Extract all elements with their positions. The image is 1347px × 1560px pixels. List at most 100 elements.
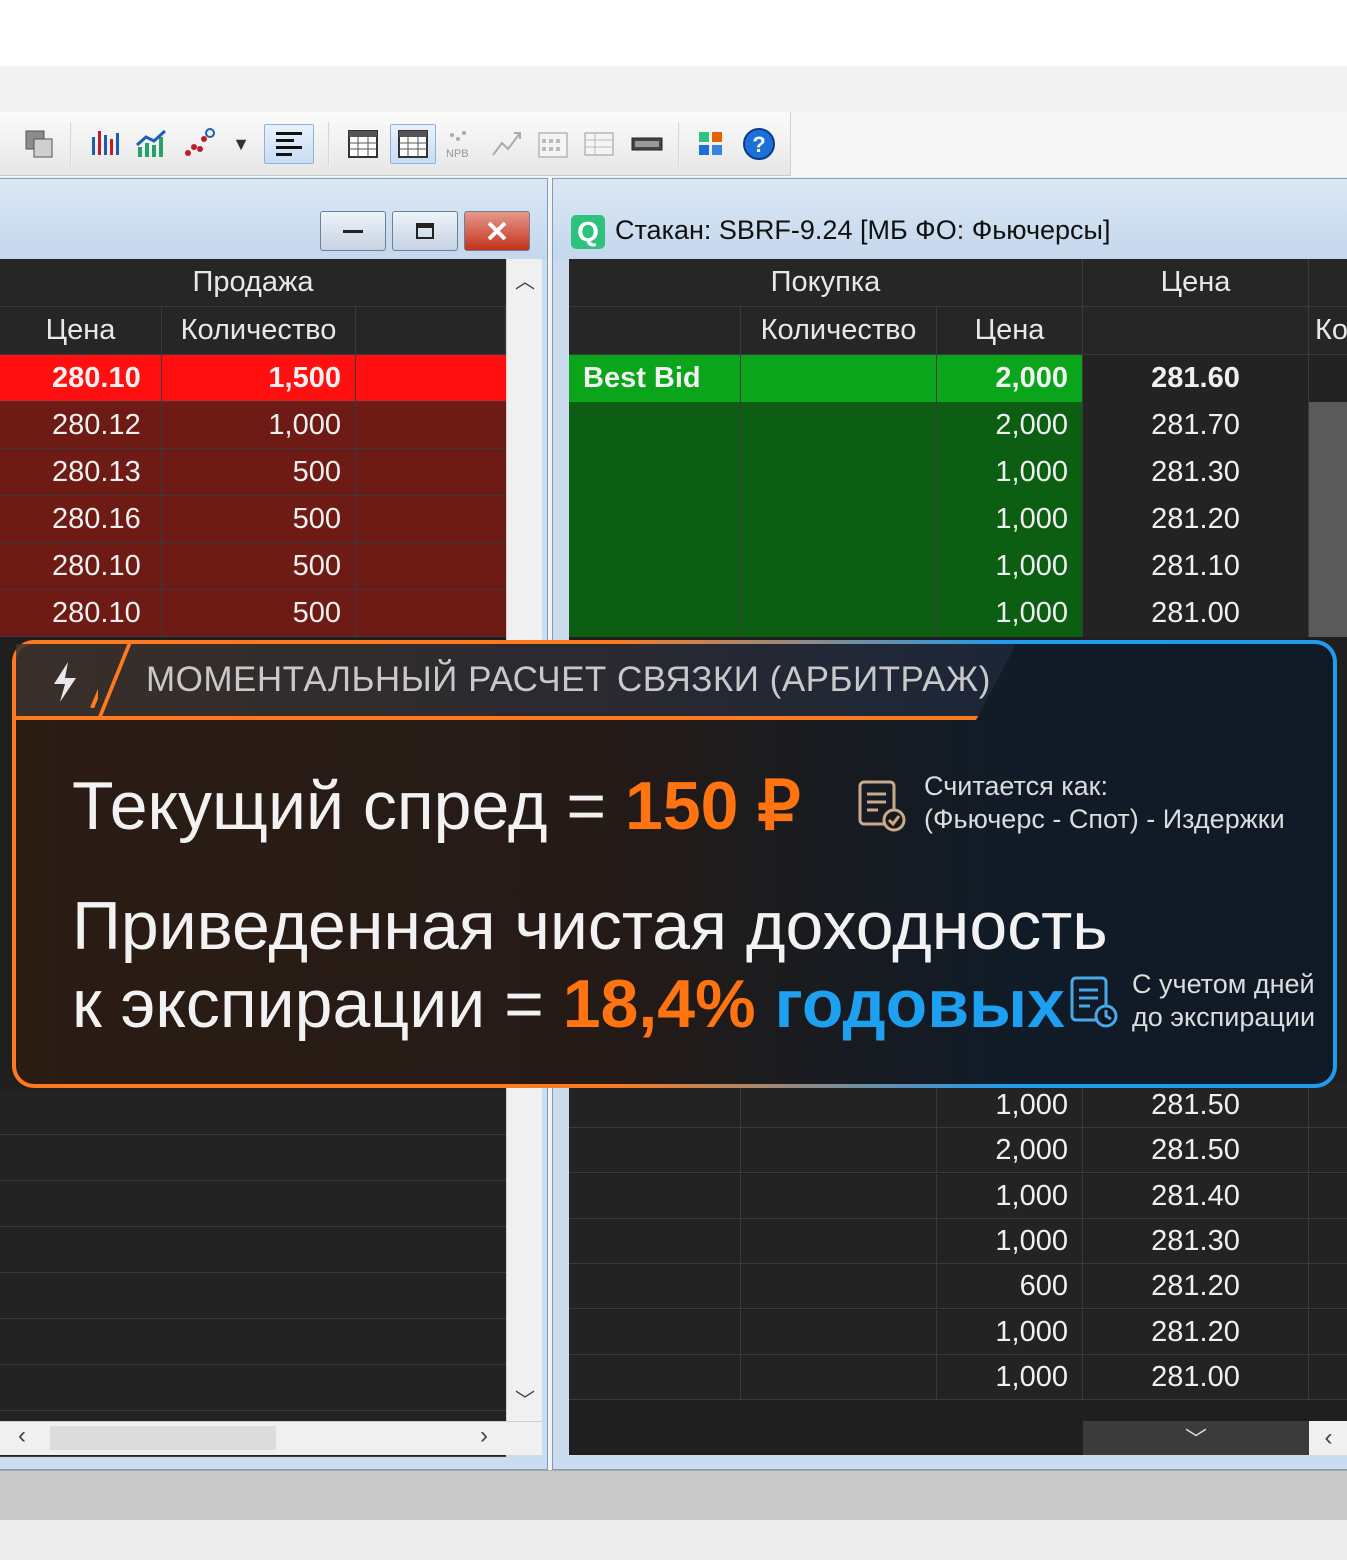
table-row[interactable]: 1,000 281.00: [569, 590, 1347, 637]
toolbar-empty-area: [790, 112, 1347, 176]
quik-app-icon: Q: [571, 215, 605, 249]
table-row[interactable]: 280.16 500: [0, 496, 506, 543]
table-row[interactable]: 600 281.20: [569, 1264, 1347, 1310]
maximize-button[interactable]: [392, 211, 458, 251]
toolbar-separator: [328, 122, 330, 166]
table-row[interactable]: 1,000 281.20: [569, 496, 1347, 543]
partial-column-header[interactable]: Ко: [1309, 307, 1347, 355]
partial-cell: [1309, 1128, 1347, 1173]
chart-arrow-icon[interactable]: [488, 124, 526, 164]
table-row[interactable]: 280.10 500: [0, 590, 506, 637]
scroll-left-icon[interactable]: ‹: [1309, 1421, 1347, 1455]
svg-text:NPB: NPB: [446, 148, 469, 160]
copy-icon[interactable]: [20, 124, 58, 164]
table-icon[interactable]: [344, 124, 382, 164]
empty-cell: [569, 1173, 741, 1219]
table-row[interactable]: 2,000 281.50: [569, 1128, 1347, 1174]
empty-column-header: [569, 307, 741, 355]
table-row[interactable]: 2,000 281.70: [569, 402, 1347, 449]
scroll-up-icon[interactable]: ︿: [507, 265, 543, 294]
buy-qty-cell: 600: [937, 1264, 1083, 1310]
quantity-column-header[interactable]: Количество: [162, 307, 356, 355]
table-row: [0, 1135, 506, 1181]
empty-cell: [741, 449, 937, 496]
table-row[interactable]: 1,000 281.30: [569, 1218, 1347, 1264]
npb-icon[interactable]: NPB: [440, 124, 478, 164]
sell-price-cell: 280.12: [0, 402, 162, 449]
line-chart-icon[interactable]: [132, 124, 170, 164]
yield-unit: годовых: [774, 966, 1065, 1042]
table-row[interactable]: 280.10 1,500: [0, 355, 506, 402]
top-blank-area: [0, 0, 1347, 66]
buy-qty-cell: 1,000: [937, 543, 1083, 590]
close-button[interactable]: [464, 211, 530, 251]
sell-qty-cell: 500: [162, 590, 356, 637]
minimize-button[interactable]: [320, 211, 386, 251]
buy-qty-cell: 1,000: [937, 496, 1083, 543]
empty-cell: [741, 1083, 937, 1128]
price-column-header[interactable]: Цена: [937, 307, 1083, 355]
partial-cell: [1309, 1174, 1347, 1219]
empty-cell: [569, 1218, 741, 1264]
table-row: [0, 1089, 506, 1135]
table-active-icon[interactable]: [390, 124, 436, 164]
scroll-right-icon[interactable]: ›: [480, 1422, 488, 1450]
lightning-icon: [54, 656, 98, 708]
ticker-icon[interactable]: [628, 124, 666, 164]
sell-price-cell: 280.10: [0, 543, 162, 590]
table-row[interactable]: 280.13 500: [0, 449, 506, 496]
price-cell: 281.70: [1083, 402, 1309, 449]
bar-chart-icon[interactable]: [86, 124, 124, 164]
sell-qty-cell: 500: [162, 496, 356, 543]
quantity-column-header[interactable]: Количество: [741, 307, 937, 355]
price-column-header[interactable]: Цена: [0, 307, 162, 355]
sell-qty-cell: 1,000: [162, 402, 356, 449]
spread-formula-note: Считается как: (Фьючерс - Спот) - Издерж…: [924, 770, 1285, 836]
yield-note-line1: С учетом дней: [1132, 969, 1315, 999]
help-icon[interactable]: ?: [740, 124, 778, 164]
arbitrage-info-banner: МОМЕНТАЛЬНЫЙ РАСЧЕТ СВЯЗКИ (АРБИТРАЖ) Те…: [12, 640, 1337, 1088]
partial-cell: [1309, 543, 1347, 590]
horizontal-scrollbar[interactable]: ‹ ›: [0, 1421, 542, 1455]
table-row[interactable]: 1,000 281.50: [569, 1083, 1347, 1128]
empty-cell: [569, 590, 741, 637]
scroll-down-icon[interactable]: ﹀: [507, 1384, 543, 1413]
partial-cell: [1309, 1219, 1347, 1264]
table-row[interactable]: 1,000 281.10: [569, 543, 1347, 590]
scroll-thumb[interactable]: [50, 1426, 276, 1450]
buy-qty-cell: 1,000: [937, 1309, 1083, 1355]
align-left-icon[interactable]: [264, 124, 314, 164]
header-divider: [96, 644, 132, 720]
partial-cell: [1309, 1083, 1347, 1128]
table-row[interactable]: 1,000 281.30: [569, 449, 1347, 496]
table-row[interactable]: 1,000 281.00: [569, 1354, 1347, 1400]
scatter-chart-icon[interactable]: [180, 124, 218, 164]
table-row: [0, 1319, 506, 1365]
grid-icon[interactable]: [580, 124, 618, 164]
empty-cell: [569, 1083, 741, 1128]
empty-cell: [569, 1264, 741, 1310]
empty-cell: [356, 590, 506, 637]
price-cell: 281.60: [1083, 355, 1309, 402]
empty-cell: [741, 1264, 937, 1310]
calendar-icon[interactable]: [534, 124, 572, 164]
toolbar-separator: [70, 122, 72, 166]
partial-cell: [1309, 590, 1347, 637]
palette-icon[interactable]: [692, 124, 730, 164]
sell-price-cell: 280.13: [0, 449, 162, 496]
table-row: [0, 1181, 506, 1227]
spread-note-line1: Считается как:: [924, 771, 1108, 801]
toolbar-separator: [678, 122, 680, 166]
scroll-down-icon[interactable]: ﹀: [1083, 1421, 1309, 1455]
empty-cell: [741, 1173, 937, 1219]
partial-cell: [1309, 1264, 1347, 1309]
window-title: Стакан: SBRF-9.24 [МБ ФО: Фьючерсы]: [615, 215, 1111, 245]
scroll-left-icon[interactable]: ‹: [18, 1422, 26, 1450]
yield-line2: к экспирации = 18,4% годовых: [72, 970, 1065, 1038]
table-row[interactable]: 280.10 500: [0, 543, 506, 590]
table-row[interactable]: Best Bid 2,000 281.60: [569, 355, 1347, 402]
table-row[interactable]: 280.12 1,000: [0, 402, 506, 449]
dropdown-arrow-icon[interactable]: ▼: [226, 124, 256, 164]
table-row[interactable]: 1,000 281.40: [569, 1173, 1347, 1219]
table-row[interactable]: 1,000 281.20: [569, 1309, 1347, 1355]
